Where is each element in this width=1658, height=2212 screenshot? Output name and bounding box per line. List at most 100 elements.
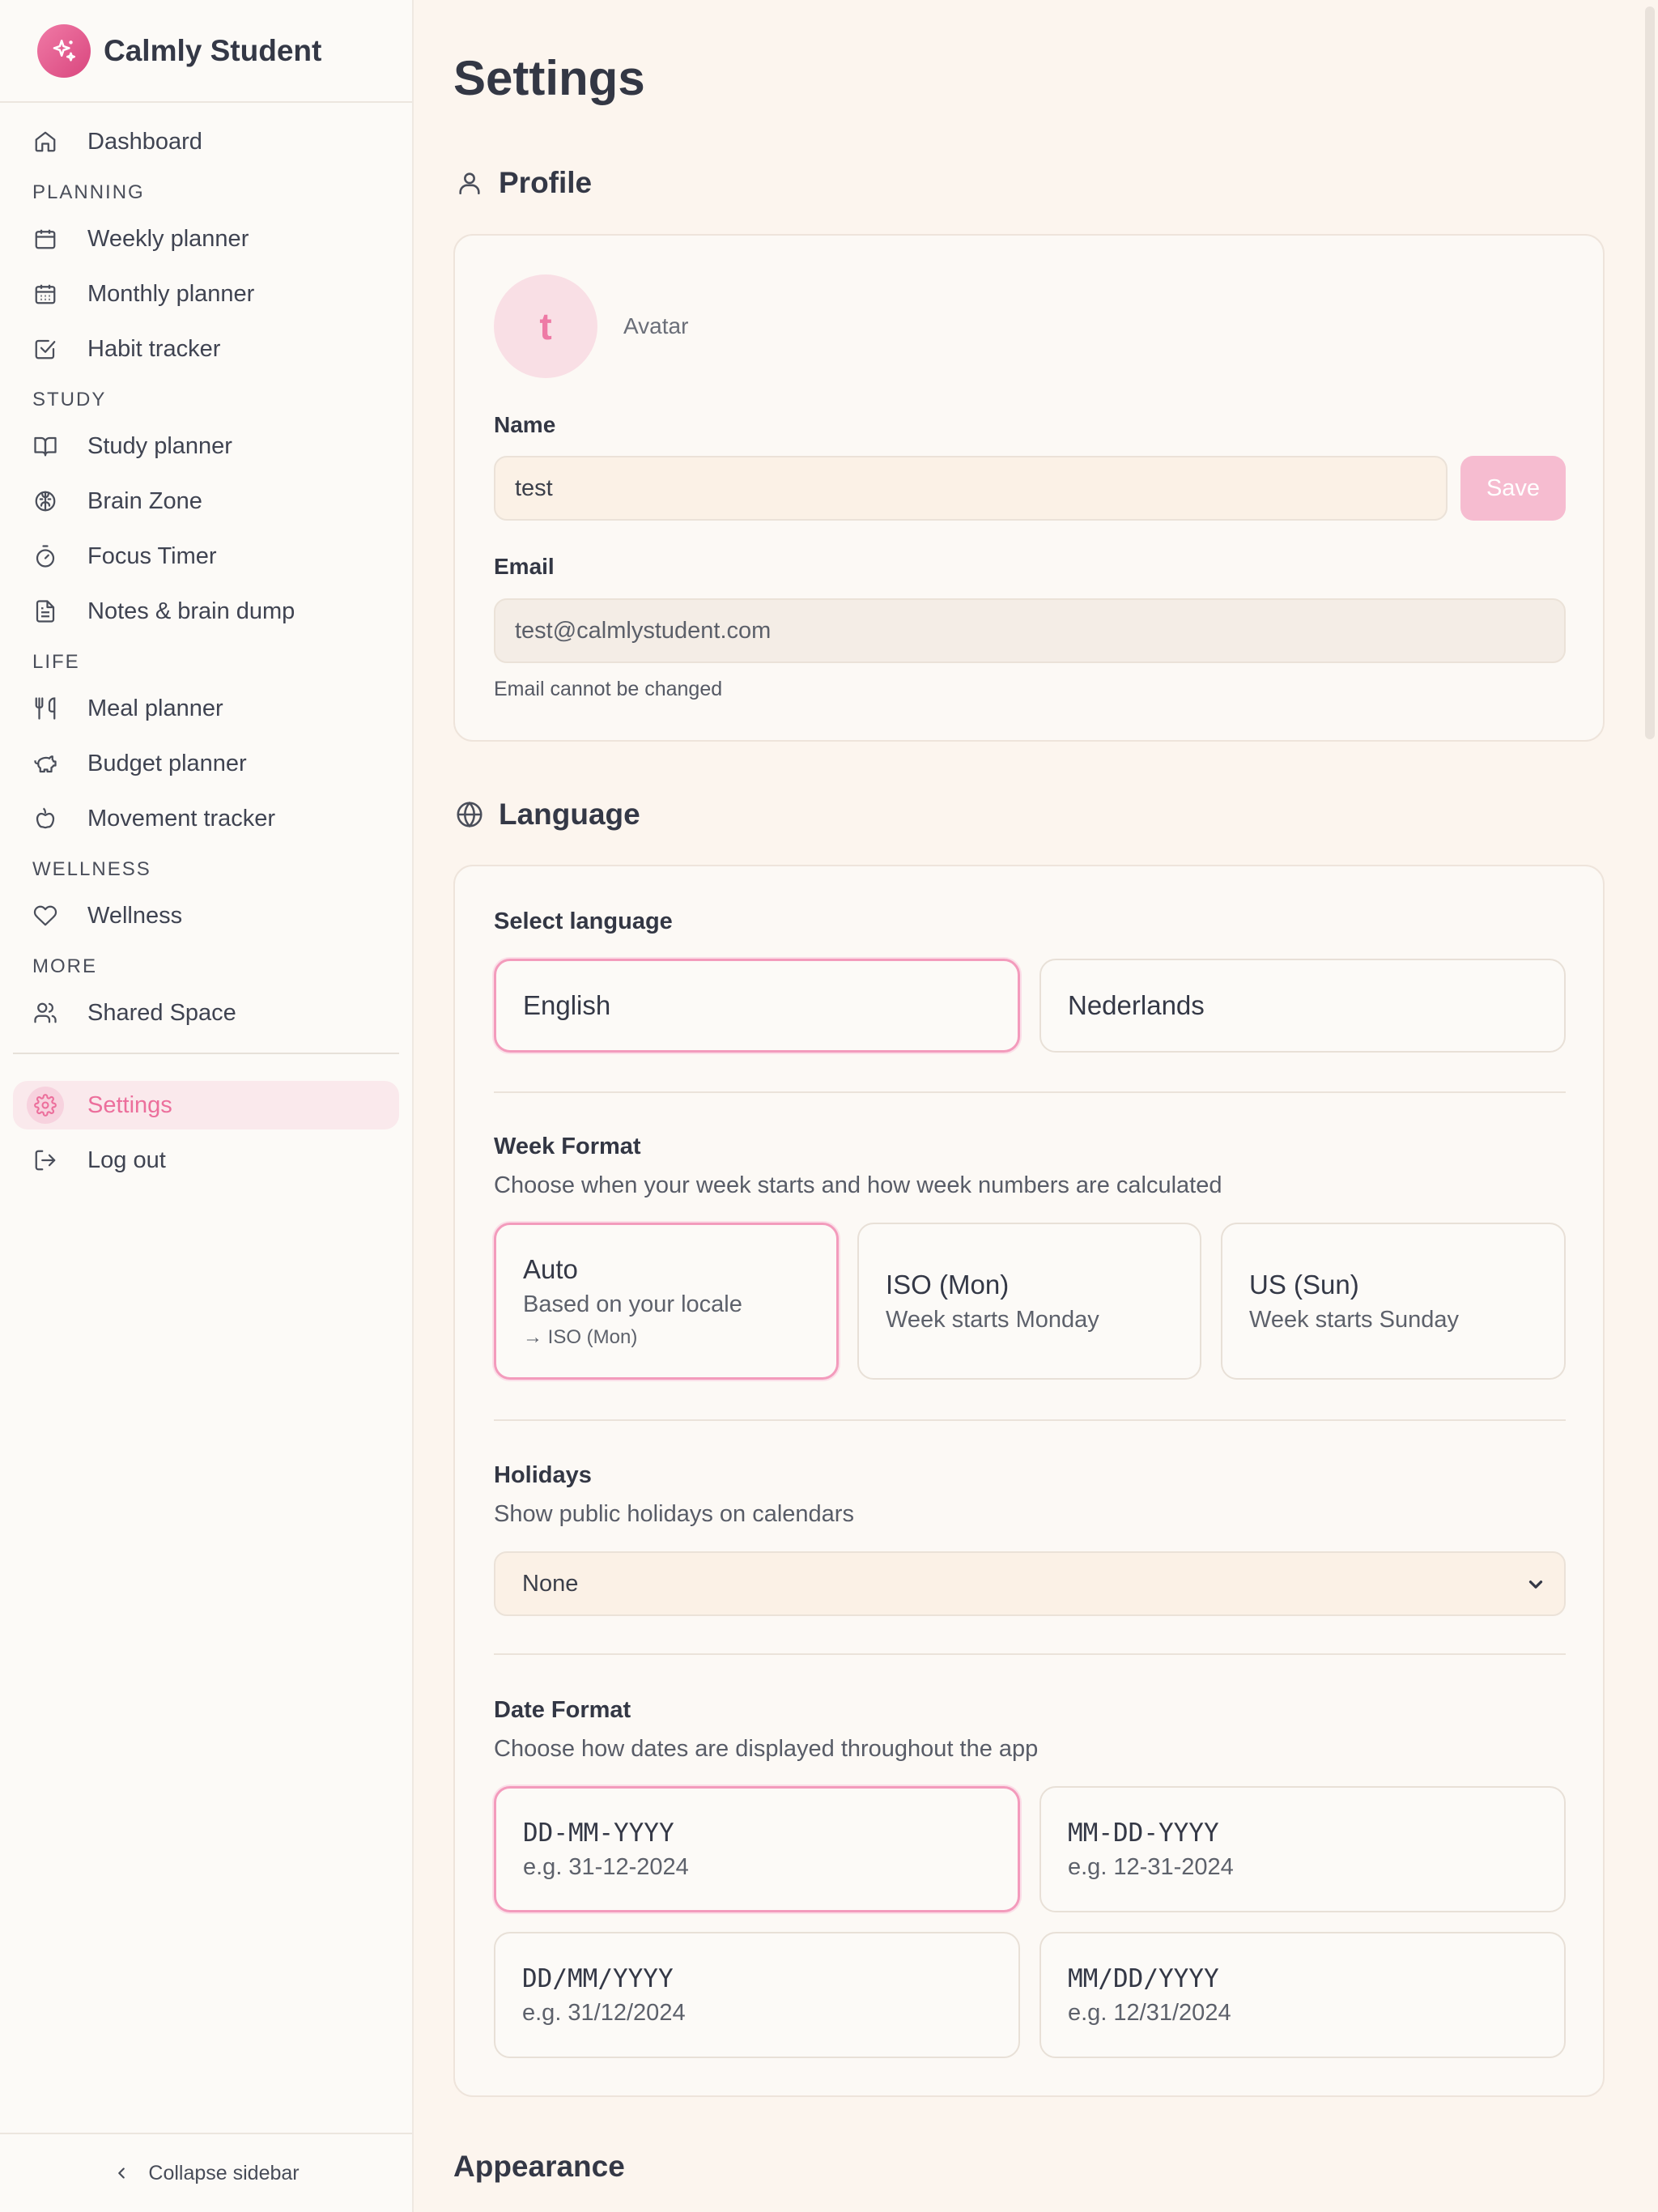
sidebar-item-label: Dashboard: [87, 128, 202, 155]
calendar-days-icon: [31, 279, 60, 308]
section-label-planning: PLANNING: [32, 181, 145, 203]
sidebar-item-label: Study planner: [87, 432, 232, 459]
check-square-icon: [31, 334, 60, 364]
section-label-life: LIFE: [32, 651, 80, 673]
home-icon: [31, 127, 60, 156]
option-example: e.g. 12/31/2024: [1068, 1999, 1231, 2026]
option-format: DD-MM-YYYY: [523, 1818, 674, 1848]
sidebar-item-label: Settings: [87, 1091, 172, 1118]
heart-icon: [31, 901, 60, 930]
sidebar-item-monthly-planner[interactable]: Monthly planner: [13, 270, 399, 318]
section-label-study: STUDY: [32, 389, 107, 410]
apple-icon: [31, 804, 60, 833]
sidebar-item-settings[interactable]: Settings: [13, 1081, 399, 1129]
option-example: e.g. 31-12-2024: [523, 1853, 689, 1880]
book-open-icon: [31, 432, 60, 461]
sidebar: Calmly Student Dashboard PLANNING Weekly…: [0, 0, 414, 2212]
option-desc: Based on your locale: [523, 1291, 742, 1317]
language-option-english[interactable]: English: [494, 959, 1020, 1053]
globe-icon: [453, 798, 486, 831]
language-heading: Language: [453, 798, 640, 832]
sidebar-item-label: Movement tracker: [87, 805, 276, 832]
date-format-mm-slash-dd-yyyy[interactable]: MM/DD/YYYY e.g. 12/31/2024: [1039, 1932, 1566, 2058]
week-format-desc: Choose when your week starts and how wee…: [494, 1172, 1222, 1198]
sidebar-item-weekly-planner[interactable]: Weekly planner: [13, 215, 399, 263]
sidebar-item-label: Monthly planner: [87, 280, 255, 307]
name-label: Name: [494, 412, 556, 437]
appearance-heading-label: Appearance: [453, 2150, 625, 2183]
option-label: English: [523, 990, 611, 1020]
brand[interactable]: Calmly Student: [0, 0, 412, 103]
app-name: Calmly Student: [104, 33, 322, 67]
save-button[interactable]: Save: [1460, 456, 1566, 521]
sidebar-item-label: Meal planner: [87, 695, 223, 721]
option-desc: Week starts Monday: [886, 1306, 1099, 1333]
profile-heading-label: Profile: [499, 166, 593, 199]
sidebar-item-log-out[interactable]: Log out: [13, 1136, 399, 1185]
sidebar-item-study-planner[interactable]: Study planner: [13, 422, 399, 470]
date-format-dd-slash-mm-yyyy[interactable]: DD/MM/YYYY e.g. 31/12/2024: [494, 1932, 1020, 2058]
section-label-wellness: WELLNESS: [32, 858, 151, 880]
select-language-label: Select language: [494, 908, 673, 934]
holidays-title: Holidays: [494, 1462, 592, 1488]
sidebar-item-label: Habit tracker: [87, 335, 221, 362]
option-example: e.g. 12-31-2024: [1068, 1853, 1234, 1880]
sidebar-item-label: Wellness: [87, 902, 183, 929]
profile-heading: Profile: [453, 166, 592, 200]
file-text-icon: [31, 597, 60, 626]
sidebar-divider: [13, 1053, 399, 1054]
avatar[interactable]: t: [494, 274, 597, 378]
option-example: e.g. 31/12/2024: [522, 1999, 686, 2026]
sidebar-item-habit-tracker[interactable]: Habit tracker: [13, 325, 399, 373]
calendar-icon: [31, 224, 60, 253]
sidebar-item-label: Focus Timer: [87, 542, 217, 569]
language-card: Select language English Nederlands Week …: [453, 865, 1605, 2097]
divider: [494, 1653, 1566, 1655]
date-format-dd-mm-yyyy[interactable]: DD-MM-YYYY e.g. 31-12-2024: [494, 1786, 1020, 1912]
sidebar-item-label: Weekly planner: [87, 225, 249, 252]
page-scrollbar[interactable]: [1645, 6, 1655, 739]
date-format-mm-dd-yyyy[interactable]: MM-DD-YYYY e.g. 12-31-2024: [1039, 1786, 1566, 1912]
gear-icon: [27, 1087, 64, 1124]
option-desc: Week starts Sunday: [1249, 1306, 1459, 1333]
language-option-nederlands[interactable]: Nederlands: [1039, 959, 1566, 1053]
collapse-sidebar-button[interactable]: Collapse sidebar: [0, 2133, 412, 2212]
sparkles-icon: [37, 23, 91, 78]
piggy-bank-icon: [31, 749, 60, 778]
sidebar-item-label: Brain Zone: [87, 487, 202, 514]
sidebar-item-dashboard[interactable]: Dashboard: [13, 117, 399, 166]
name-input[interactable]: test: [494, 456, 1448, 521]
collapse-sidebar-label: Collapse sidebar: [148, 2161, 300, 2184]
sidebar-item-meal-planner[interactable]: Meal planner: [13, 684, 399, 733]
week-format-us[interactable]: US (Sun) Week starts Sunday: [1221, 1223, 1566, 1380]
option-title: US (Sun): [1249, 1269, 1359, 1300]
sidebar-item-notes[interactable]: Notes & brain dump: [13, 587, 399, 636]
option-format: DD/MM/YYYY: [522, 1963, 674, 1993]
sidebar-item-brain-zone[interactable]: Brain Zone: [13, 477, 399, 525]
divider: [494, 1091, 1566, 1093]
timer-icon: [31, 542, 60, 571]
divider: [494, 1419, 1566, 1421]
week-format-auto[interactable]: Auto Based on your locale → ISO (Mon): [494, 1223, 839, 1380]
email-field[interactable]: test@calmlystudent.com: [494, 598, 1566, 663]
holidays-select[interactable]: None: [494, 1551, 1566, 1616]
sidebar-item-shared-space[interactable]: Shared Space: [13, 989, 399, 1037]
sidebar-item-focus-timer[interactable]: Focus Timer: [13, 532, 399, 581]
holidays-selected-value: None: [522, 1570, 579, 1597]
chevron-down-icon: [1525, 1574, 1546, 1602]
language-heading-label: Language: [499, 798, 640, 831]
option-note: → ISO (Mon): [523, 1325, 638, 1348]
sidebar-item-label: Log out: [87, 1146, 166, 1173]
appearance-heading: Appearance: [453, 2150, 625, 2184]
profile-card: t Avatar Name test Save Email test@calml…: [453, 234, 1605, 742]
sidebar-item-wellness[interactable]: Wellness: [13, 891, 399, 940]
option-format: MM-DD-YYYY: [1068, 1818, 1219, 1848]
option-label: Nederlands: [1068, 990, 1205, 1020]
option-title: Auto: [523, 1253, 578, 1284]
holidays-desc: Show public holidays on calendars: [494, 1501, 854, 1527]
week-format-iso[interactable]: ISO (Mon) Week starts Monday: [857, 1223, 1201, 1380]
sidebar-item-budget-planner[interactable]: Budget planner: [13, 739, 399, 788]
date-format-desc: Choose how dates are displayed throughou…: [494, 1736, 1039, 1762]
sidebar-item-movement-tracker[interactable]: Movement tracker: [13, 794, 399, 843]
option-title: ISO (Mon): [886, 1269, 1010, 1300]
